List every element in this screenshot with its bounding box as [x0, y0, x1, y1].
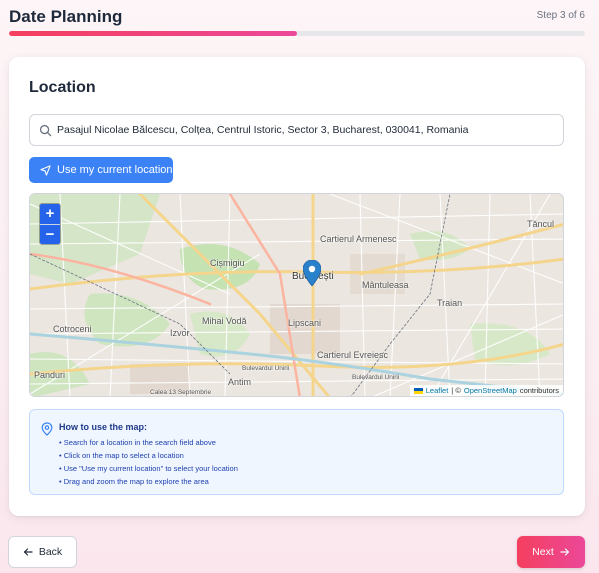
map-label: Cișmigiu [210, 258, 245, 268]
navigation-arrow-icon [40, 164, 51, 176]
map-label: Cartierul Armenesc [320, 234, 397, 244]
map-label: Mântuleasa [362, 280, 409, 290]
use-current-location-label: Use my current location [57, 164, 173, 176]
location-search[interactable] [29, 114, 564, 146]
zoom-in-button[interactable]: + [40, 204, 60, 224]
map-label: Bulevardul Unirii [242, 365, 290, 372]
map-label: Panduri [34, 370, 66, 380]
map-help-box: How to use the map: Search for a locatio… [29, 409, 564, 495]
map-attribution: Leaflet | © OpenStreetMap contributors [409, 385, 563, 396]
arrow-right-icon [560, 548, 569, 556]
map-label: Cotroceni [53, 324, 92, 334]
map[interactable]: Cartierul Armenesc Tăncul Cișmigiu Bucur… [29, 193, 564, 397]
arrow-left-icon [23, 548, 33, 556]
back-button[interactable]: Back [8, 536, 77, 568]
next-button[interactable]: Next [517, 536, 585, 568]
help-item: Search for a location in the search fiel… [59, 436, 238, 449]
help-list: Search for a location in the search fiel… [59, 436, 238, 488]
map-label: Calea 13 Septembrie [150, 389, 212, 396]
search-icon [39, 124, 52, 137]
map-tiles[interactable] [30, 194, 564, 397]
map-label: Tăncul [527, 219, 555, 229]
leaflet-link[interactable]: Leaflet [426, 386, 449, 395]
map-label: Lipscani [288, 318, 322, 328]
help-title: How to use the map: [59, 422, 148, 432]
header: Date Planning Step 3 of 6 [0, 0, 599, 44]
openstreetmap-link[interactable]: OpenStreetMap [464, 386, 517, 395]
map-marker-icon[interactable] [303, 260, 321, 286]
location-card: Location Use my current location [9, 57, 585, 516]
attribution-separator: | © [451, 386, 461, 395]
map-label: Bulevardul Unirii [352, 374, 400, 381]
map-pin-icon [41, 422, 53, 436]
ukraine-flag-icon [413, 387, 423, 394]
search-input[interactable] [57, 115, 557, 145]
back-label: Back [38, 546, 63, 558]
progress-bar [9, 31, 585, 36]
section-title: Location [29, 79, 96, 96]
zoom-out-button[interactable]: − [40, 224, 60, 244]
map-label: Cartierul Evreiesc [317, 350, 389, 360]
use-current-location-button[interactable]: Use my current location [29, 157, 173, 183]
step-indicator: Step 3 of 6 [536, 10, 585, 21]
help-item: Drag and zoom the map to explore the are… [59, 475, 238, 488]
page-title: Date Planning [9, 7, 123, 26]
map-label: Izvor [170, 328, 190, 338]
next-label: Next [532, 546, 554, 558]
progress-fill [9, 31, 297, 36]
map-label: Traian [437, 298, 463, 308]
map-label: Antim [228, 377, 252, 387]
zoom-control: + − [39, 203, 61, 245]
map-label: Mihai Vodă [202, 316, 247, 326]
help-item: Use "Use my current location" to select … [59, 462, 238, 475]
attribution-contributors: contributors [519, 386, 559, 395]
help-item: Click on the map to select a location [59, 449, 238, 462]
